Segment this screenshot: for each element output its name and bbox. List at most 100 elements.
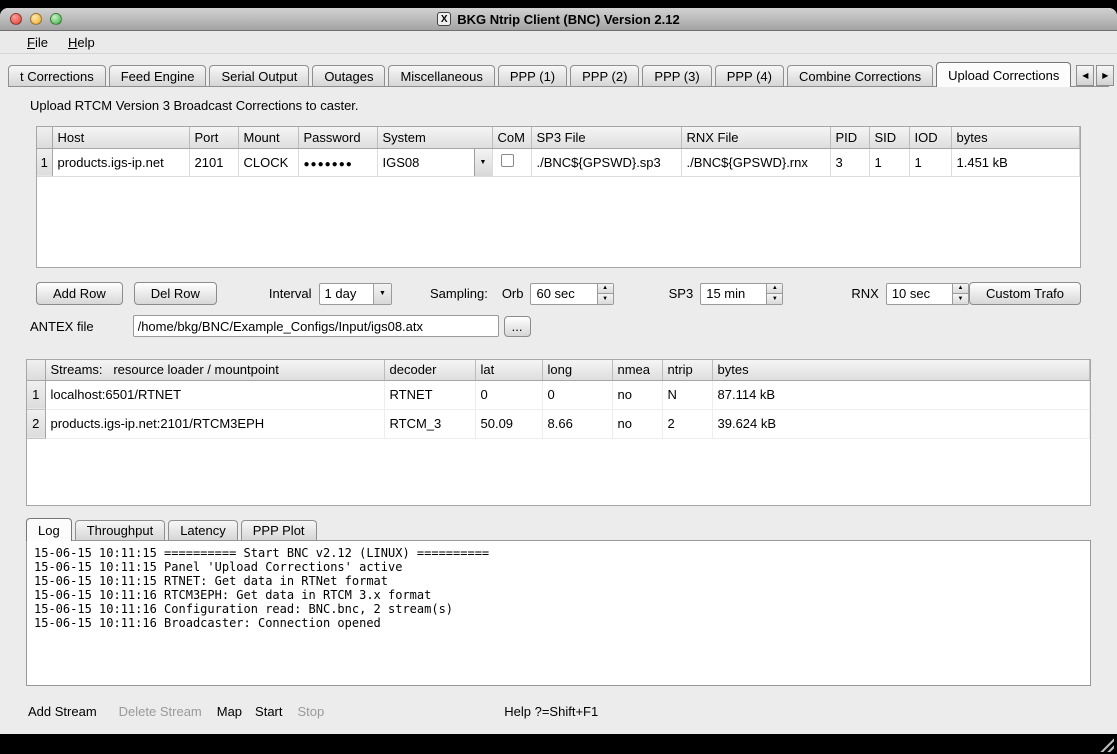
zoom-button[interactable] xyxy=(50,13,62,25)
delete-stream-button: Delete Stream xyxy=(119,704,202,719)
antex-file-input[interactable] xyxy=(133,315,499,337)
system-combobox[interactable]: IGS08 ▼ xyxy=(378,149,492,176)
del-row-button[interactable]: Del Row xyxy=(134,282,217,305)
orb-spinner: ▲ ▼ xyxy=(597,284,613,304)
col-header-password: Password xyxy=(298,127,377,148)
map-button[interactable]: Map xyxy=(217,704,242,719)
tab-ppp-2[interactable]: PPP (2) xyxy=(570,65,639,86)
row-number: 1 xyxy=(27,380,45,409)
mountpoint-cell: products.igs-ip.net:2101/RTCM3EPH xyxy=(45,409,384,438)
spin-up-icon[interactable]: ▲ xyxy=(953,284,968,294)
system-value: IGS08 xyxy=(378,149,474,176)
app-window: X BKG Ntrip Client (BNC) Version 2.12 Fi… xyxy=(0,8,1117,734)
com-checkbox[interactable] xyxy=(501,154,514,167)
antex-browse-button[interactable]: ... xyxy=(504,316,531,337)
spin-down-icon[interactable]: ▼ xyxy=(767,293,782,304)
pid-cell[interactable]: 3 xyxy=(830,148,869,176)
tab-broadcast-corrections[interactable]: t Corrections xyxy=(8,65,106,86)
stop-button: Stop xyxy=(298,704,325,719)
tab-throughput[interactable]: Throughput xyxy=(75,520,166,540)
menu-file[interactable]: File xyxy=(27,35,48,50)
interval-label: Interval xyxy=(269,286,312,301)
spin-up-icon[interactable]: ▲ xyxy=(598,284,613,294)
tab-ppp-4[interactable]: PPP (4) xyxy=(715,65,784,86)
help-button[interactable]: Help ?=Shift+F1 xyxy=(504,704,598,719)
add-stream-button[interactable]: Add Stream xyxy=(28,704,97,719)
tab-combine-corrections[interactable]: Combine Corrections xyxy=(787,65,933,86)
mountpoint-cell: localhost:6501/RTNET xyxy=(45,380,384,409)
sp3-label: SP3 xyxy=(669,286,694,301)
iod-cell[interactable]: 1 xyxy=(909,148,951,176)
password-cell[interactable]: ●●●●●●● xyxy=(298,148,377,176)
port-cell[interactable]: 2101 xyxy=(189,148,238,176)
ntrip-cell: 2 xyxy=(662,409,712,438)
tab-upload-corrections[interactable]: Upload Corrections xyxy=(936,62,1071,87)
tab-log[interactable]: Log xyxy=(26,518,72,541)
minimize-button[interactable] xyxy=(30,13,42,25)
orb-spinbox[interactable]: 60 sec ▲ ▼ xyxy=(530,283,613,305)
stream-row[interactable]: 2 products.igs-ip.net:2101/RTCM3EPH RTCM… xyxy=(27,409,1090,438)
upload-table-row: 1 products.igs-ip.net 2101 CLOCK ●●●●●●●… xyxy=(37,148,1080,176)
tab-miscellaneous[interactable]: Miscellaneous xyxy=(388,65,494,86)
spin-up-icon[interactable]: ▲ xyxy=(767,284,782,294)
tab-ppp-3[interactable]: PPP (3) xyxy=(642,65,711,86)
col-header-bytes: bytes xyxy=(951,127,1080,148)
custom-trafo-button[interactable]: Custom Trafo xyxy=(969,282,1081,305)
col-header-decoder: decoder xyxy=(384,360,475,380)
resize-grip[interactable] xyxy=(1098,736,1114,752)
col-header-nmea: nmea xyxy=(612,360,662,380)
tab-feed-engine[interactable]: Feed Engine xyxy=(109,65,207,86)
stream-row[interactable]: 1 localhost:6501/RTNET RTNET 0 0 no N 87… xyxy=(27,380,1090,409)
rnx-label: RNX xyxy=(851,286,878,301)
sp3-spinner: ▲ ▼ xyxy=(766,284,782,304)
bytes-cell: 87.114 kB xyxy=(712,380,1090,409)
log-line: 15-06-15 10:11:16 Configuration read: BN… xyxy=(34,602,1083,616)
decoder-cell: RTCM_3 xyxy=(384,409,475,438)
bottom-tabbar: Log Throughput Latency PPP Plot xyxy=(26,517,1091,540)
mount-cell[interactable]: CLOCK xyxy=(238,148,298,176)
col-header-sp3-file: SP3 File xyxy=(531,127,681,148)
close-button[interactable] xyxy=(10,13,22,25)
tab-serial-output[interactable]: Serial Output xyxy=(209,65,309,86)
upload-controls: Add Row Del Row Interval 1 day ▼ Samplin… xyxy=(36,282,1081,305)
start-button[interactable]: Start xyxy=(255,704,282,719)
host-cell[interactable]: products.igs-ip.net xyxy=(52,148,189,176)
sid-cell[interactable]: 1 xyxy=(869,148,909,176)
tab-outages[interactable]: Outages xyxy=(312,65,385,86)
ntrip-cell: N xyxy=(662,380,712,409)
tab-ppp-1[interactable]: PPP (1) xyxy=(498,65,567,86)
upload-corrections-table: Host Port Mount Password System CoM SP3 … xyxy=(36,126,1081,268)
rnx-file-cell[interactable]: ./BNC${GPSWD}.rnx xyxy=(681,148,830,176)
sp3-file-cell[interactable]: ./BNC${GPSWD}.sp3 xyxy=(531,148,681,176)
streams-header-row: Streams: resource loader / mountpoint de… xyxy=(27,360,1090,380)
log-line: 15-06-15 10:11:16 RTCM3EPH: Get data in … xyxy=(34,588,1083,602)
system-cell: IGS08 ▼ xyxy=(377,148,492,176)
col-header-long: long xyxy=(542,360,612,380)
col-header-system: System xyxy=(377,127,492,148)
tab-scroll-right-button[interactable]: ▶ xyxy=(1096,65,1114,86)
nmea-cell: no xyxy=(612,380,662,409)
bottom-action-bar: Add Stream Delete Stream Map Start Stop … xyxy=(28,701,1089,721)
col-header-mount: Mount xyxy=(238,127,298,148)
decoder-cell: RTNET xyxy=(384,380,475,409)
spin-down-icon[interactable]: ▼ xyxy=(598,293,613,304)
window-title: BKG Ntrip Client (BNC) Version 2.12 xyxy=(457,12,679,27)
menu-help[interactable]: Help xyxy=(68,35,95,50)
tab-scroll-left-button[interactable]: ◀ xyxy=(1076,65,1094,86)
rnx-spinbox[interactable]: 10 sec ▲ ▼ xyxy=(886,283,969,305)
row-number: 2 xyxy=(27,409,45,438)
add-row-button[interactable]: Add Row xyxy=(36,282,123,305)
col-header-iod: IOD xyxy=(909,127,951,148)
orb-label: Orb xyxy=(502,286,524,301)
interval-combobox[interactable]: 1 day ▼ xyxy=(319,283,392,305)
sp3-spinbox[interactable]: 15 min ▲ ▼ xyxy=(700,283,783,305)
tab-ppp-plot[interactable]: PPP Plot xyxy=(241,520,317,540)
sp3-value: 15 min xyxy=(701,284,766,304)
interval-combo-button: ▼ xyxy=(373,284,391,304)
log-view: 15-06-15 10:11:15 ========== Start BNC v… xyxy=(26,540,1091,686)
col-header-pid: PID xyxy=(830,127,869,148)
tab-latency[interactable]: Latency xyxy=(168,520,238,540)
spin-down-icon[interactable]: ▼ xyxy=(953,293,968,304)
col-header-lat: lat xyxy=(475,360,542,380)
x11-app-icon: X xyxy=(437,12,451,26)
